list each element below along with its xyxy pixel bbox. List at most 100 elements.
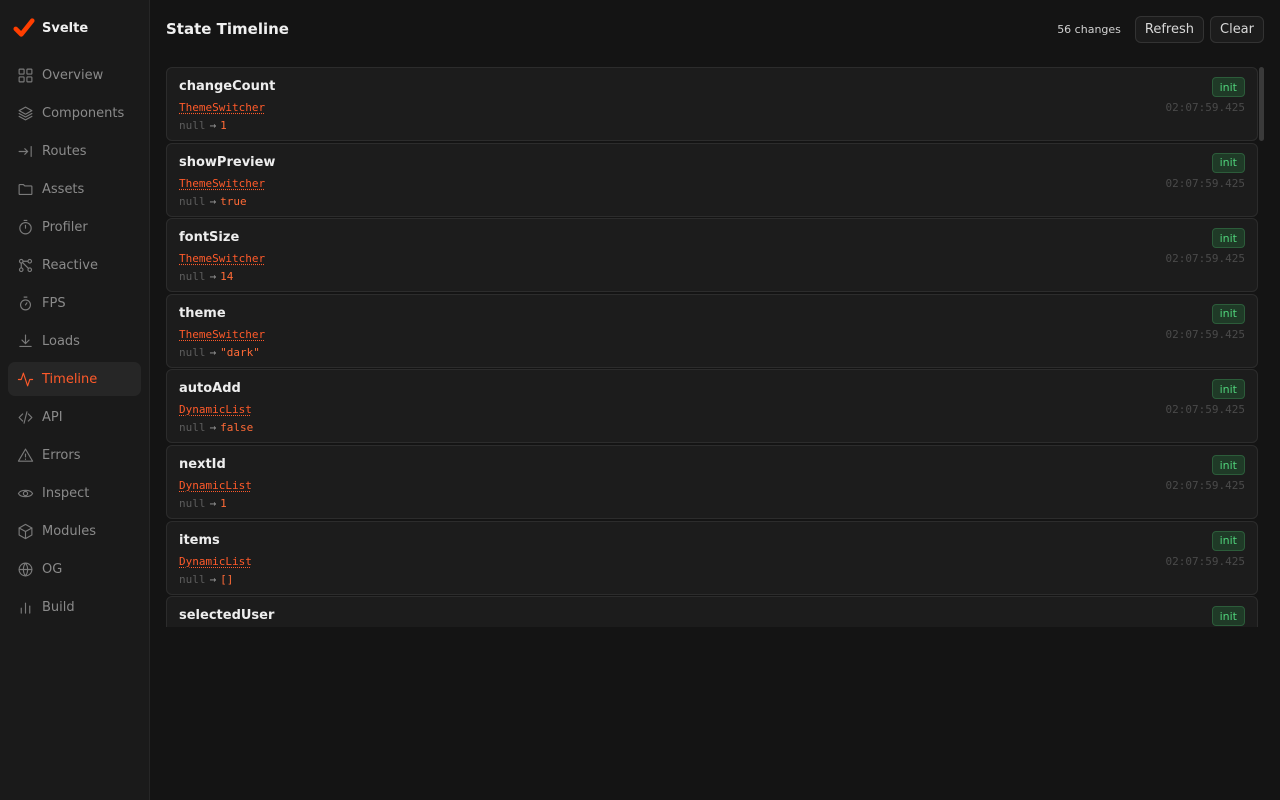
init-badge: init [1211, 379, 1245, 400]
grid-icon [16, 66, 34, 84]
eye-icon [16, 484, 34, 502]
state-name: showPreview [179, 154, 276, 170]
old-value: null [179, 572, 206, 586]
new-value: 1 [220, 119, 227, 132]
sidebar: Svelte Overview Components Routes Assets Pro… [0, 0, 150, 800]
new-value: false [220, 421, 254, 435]
timestamp: 02:07:59.425 [1165, 403, 1245, 417]
value-change: null → "dark" [179, 346, 260, 359]
stopwatch-icon [16, 218, 34, 236]
timeline-entry[interactable]: theme init ThemeSwitcher null → "dark" 02:07:5… [166, 293, 1258, 368]
value-change: null → 1 [179, 497, 227, 510]
sidebar-item-label: Inspect [42, 485, 90, 501]
value-change: null →[] [179, 573, 233, 586]
scrollbar-thumb[interactable] [1259, 67, 1264, 141]
clear-button[interactable]: Clear [1210, 16, 1264, 43]
value-change: null → true [179, 195, 247, 208]
old-value: null [179, 497, 206, 510]
arrow-icon: → [209, 119, 217, 132]
sidebar-item-label: FPS [42, 295, 66, 311]
sidebar-item-label: Components [42, 105, 125, 121]
warning-icon [16, 446, 34, 464]
globe-icon [16, 560, 34, 578]
component-link[interactable]: ThemeSwitcher [179, 177, 265, 190]
init-badge: init [1211, 530, 1245, 551]
sidebar-item-label: OG [42, 561, 63, 577]
init-badge: init [1211, 303, 1245, 324]
brand-name: Svelte [42, 20, 89, 36]
timestamp: 02:07:59.425 [1165, 101, 1245, 114]
sidebar-item-modules[interactable]: Modules [8, 514, 141, 548]
timestamp: 02:07:59.425 [1165, 327, 1245, 341]
sidebar-item-components[interactable]: Components [8, 96, 141, 130]
timeline-entry[interactable]: autoAdd init DynamicList null → false 02:07:59… [166, 369, 1258, 444]
component-link[interactable]: ThemeSwitcher [179, 101, 265, 114]
sidebar-item-label: Errors [42, 447, 81, 463]
component-link[interactable]: DynamicList [179, 479, 252, 492]
init-badge: init [1211, 606, 1245, 627]
brand[interactable]: Svelte [13, 16, 88, 40]
sidebar-item-label: Routes [42, 143, 87, 159]
timestamp: 02:07:59.425 [1165, 176, 1245, 190]
refresh-button[interactable]: Refresh [1134, 16, 1204, 43]
sidebar-item-api[interactable]: API [8, 400, 141, 434]
sidebar-item-label: Assets [42, 181, 85, 197]
arrow-icon: → [209, 572, 217, 586]
sidebar-item-fps[interactable]: FPS [8, 286, 141, 320]
sidebar-item-label: Profiler [42, 219, 88, 235]
download-icon [16, 332, 34, 350]
timeline-entry[interactable]: items init DynamicList null →[] 02:07:59.425 [166, 520, 1258, 595]
sidebar-item-loads[interactable]: Loads [8, 324, 141, 358]
sidebar-item-profiler[interactable]: Profiler [8, 210, 141, 244]
sidebar-item-label: API [42, 409, 63, 425]
state-name: selectedUser [179, 608, 275, 624]
timestamp: 02:07:59.425 [1165, 554, 1245, 568]
route-arrow-icon [16, 142, 34, 160]
state-name: theme [179, 305, 226, 321]
changes-count: 56 changes [1057, 23, 1121, 36]
sidebar-item-timeline[interactable]: Timeline [8, 362, 141, 396]
component-link[interactable]: DynamicList [179, 403, 252, 416]
sidebar-item-label: Overview [42, 67, 104, 83]
sidebar-nav: Overview Components Routes Assets Profiler Re… [8, 58, 141, 628]
sidebar-item-overview[interactable]: Overview [8, 58, 141, 92]
sidebar-item-assets[interactable]: Assets [8, 172, 141, 206]
value-change: null → false [179, 421, 253, 434]
sidebar-item-inspect[interactable]: Inspect [8, 476, 141, 510]
timeline-entry[interactable]: fontSize init ThemeSwitcher null → 14 02:07:59… [166, 218, 1258, 293]
timer-icon [16, 294, 34, 312]
arrow-icon: → [209, 270, 217, 284]
sidebar-item-routes[interactable]: Routes [8, 134, 141, 168]
sidebar-item-og[interactable]: OG [8, 552, 141, 586]
bar-chart-icon [16, 598, 34, 616]
init-badge: init [1211, 228, 1245, 249]
sidebar-item-reactive[interactable]: Reactive [8, 248, 141, 282]
timestamp: 02:07:59.425 [1165, 479, 1245, 492]
sidebar-item-label: Reactive [42, 257, 98, 273]
old-value: null [179, 119, 206, 132]
new-value: 1 [220, 497, 227, 510]
timestamp: 02:07:59.425 [1165, 252, 1245, 266]
sidebar-item-errors[interactable]: Errors [8, 438, 141, 472]
sidebar-item-build[interactable]: Build [8, 590, 141, 624]
old-value: null [179, 270, 206, 284]
cube-icon [16, 522, 34, 540]
activity-icon [16, 370, 34, 388]
graph-nodes-icon [16, 256, 34, 274]
code-icon [16, 408, 34, 426]
timeline-entry[interactable]: selectedUser init [166, 596, 1258, 627]
component-link[interactable]: ThemeSwitcher [179, 252, 265, 265]
arrow-icon: → [209, 421, 217, 435]
component-link[interactable]: ThemeSwitcher [179, 328, 265, 341]
timeline-list[interactable]: selectedUser init items init DynamicList null… [166, 67, 1264, 627]
timeline-entry[interactable]: nextId init DynamicList null → 1 02:07:59.425 [166, 445, 1258, 519]
old-value: null [179, 421, 206, 435]
state-name: fontSize [179, 230, 240, 246]
main-panel: State Timeline 56 changes Refresh Clear … [150, 0, 1280, 800]
timeline-entry[interactable]: changeCount init ThemeSwitcher null → 1 02:07:… [166, 67, 1258, 141]
state-name: nextId [179, 457, 226, 472]
init-badge: init [1211, 152, 1245, 173]
timeline-entry[interactable]: showPreview init ThemeSwitcher null → true 02:… [166, 142, 1258, 217]
old-value: null [179, 345, 206, 359]
component-link[interactable]: DynamicList [179, 555, 252, 568]
